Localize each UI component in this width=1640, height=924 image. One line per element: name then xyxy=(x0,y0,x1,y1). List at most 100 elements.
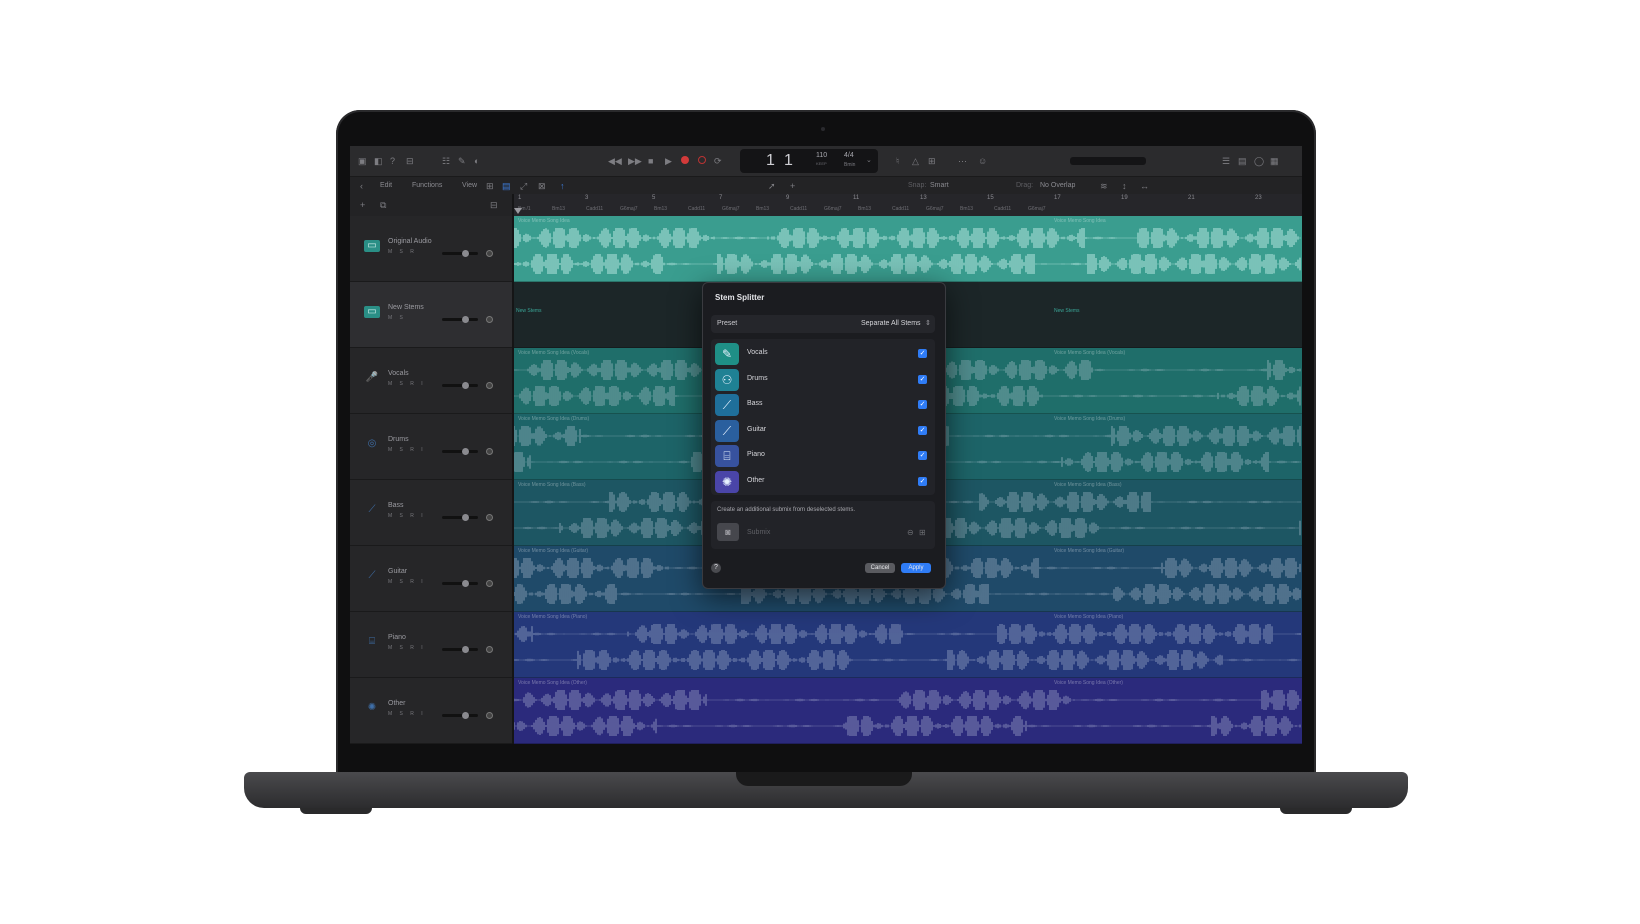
region-label[interactable]: Voice Memo Song Idea (Other) xyxy=(518,680,587,686)
region-label[interactable]: Voice Memo Song Idea (Piano) xyxy=(518,614,587,620)
track-name[interactable]: New Stems xyxy=(388,304,424,311)
stem-checkbox[interactable]: ✓ xyxy=(918,451,927,461)
editors-icon[interactable]: ✎ xyxy=(458,156,466,166)
catch-icon[interactable]: ↑ xyxy=(560,181,565,191)
lcd-display[interactable]: 1 1 110 KEEP 4/4 Bmin ⌄ xyxy=(740,149,878,173)
track-pan-knob[interactable] xyxy=(486,580,493,587)
track-lane-original-audio[interactable]: Voice Memo Song Idea Voice Memo Song Idea xyxy=(514,216,1302,282)
count-in-icon[interactable]: ⊞ xyxy=(928,156,936,166)
track-controls[interactable]: M S R I xyxy=(388,447,426,453)
stem-checkbox[interactable]: ✓ xyxy=(918,349,927,358)
track-volume-slider[interactable] xyxy=(442,516,478,519)
drag-select[interactable]: No Overlap xyxy=(1040,182,1075,189)
submix-delete-icon[interactable]: ⊞ xyxy=(919,528,926,537)
track-volume-slider[interactable] xyxy=(442,648,478,651)
tuner-icon[interactable]: ♮ xyxy=(896,156,899,166)
track-controls[interactable]: M S R I xyxy=(388,711,426,717)
quick-help-icon[interactable]: ? xyxy=(390,156,395,166)
track-name[interactable]: Drums xyxy=(388,436,409,443)
track-controls[interactable]: M S R I xyxy=(388,579,426,585)
metronome-icon[interactable]: △ xyxy=(912,156,919,166)
track-volume-knob[interactable] xyxy=(462,580,469,587)
region-label[interactable]: Voice Memo Song Idea (Bass) xyxy=(1054,482,1122,488)
functions-menu[interactable]: Functions xyxy=(412,182,442,189)
stop-icon[interactable]: ■ xyxy=(648,156,653,166)
stem-checkbox[interactable]: ✓ xyxy=(918,477,927,486)
pointer-tool-icon[interactable]: ➚ xyxy=(768,181,776,191)
region-label[interactable]: Voice Memo Song Idea (Drums) xyxy=(1054,416,1125,422)
track-name[interactable]: Guitar xyxy=(388,568,407,575)
track-volume-knob[interactable] xyxy=(462,712,469,719)
capture-recording-icon[interactable] xyxy=(698,156,706,164)
list-editors-icon[interactable]: ☰ xyxy=(1222,156,1230,166)
region-label[interactable]: Voice Memo Song Idea (Vocals) xyxy=(518,350,589,356)
snap-select[interactable]: Smart xyxy=(930,182,949,189)
library-icon[interactable]: ▣ xyxy=(358,156,367,166)
track-name[interactable]: Vocals xyxy=(388,370,409,377)
region-label[interactable]: Voice Memo Song Idea (Bass) xyxy=(518,482,586,488)
preset-chevron-icon[interactable]: ⇕ xyxy=(925,319,931,327)
track-controls[interactable]: M S R xyxy=(388,249,417,255)
region-label[interactable]: New Stems xyxy=(1054,308,1080,314)
track-header-guitar[interactable]: ⟋ Guitar M S R I xyxy=(350,546,512,612)
apply-button[interactable]: Apply xyxy=(901,563,931,573)
stem-row-bass[interactable]: ⟋ Bass ✓ xyxy=(715,392,931,418)
track-volume-slider[interactable] xyxy=(442,450,478,453)
region-label[interactable]: Voice Memo Song Idea xyxy=(1054,218,1106,224)
secondary-tool-icon[interactable]: + xyxy=(790,181,795,191)
rewind-icon[interactable]: ◀◀ xyxy=(608,156,622,166)
track-pan-knob[interactable] xyxy=(486,712,493,719)
add-track-icon[interactable]: + xyxy=(360,200,365,210)
horizontal-zoom-icon[interactable]: ↔ xyxy=(1140,181,1149,191)
track-name[interactable]: Piano xyxy=(388,634,406,641)
track-volume-slider[interactable] xyxy=(442,384,478,387)
loop-browser-icon[interactable]: ◯ xyxy=(1254,156,1264,166)
help-button[interactable]: ? xyxy=(711,563,721,573)
track-volume-slider[interactable] xyxy=(442,252,478,255)
region-label[interactable]: Voice Memo Song Idea (Guitar) xyxy=(518,548,588,554)
track-pan-knob[interactable] xyxy=(486,646,493,653)
preset-select[interactable]: Separate All Stems xyxy=(861,320,921,327)
cancel-button[interactable]: Cancel xyxy=(865,563,895,573)
track-volume-slider[interactable] xyxy=(442,582,478,585)
track-controls[interactable]: M S R I xyxy=(388,513,426,519)
track-volume-knob[interactable] xyxy=(462,382,469,389)
submix-name-field[interactable]: Submix xyxy=(747,529,770,536)
track-pan-knob[interactable] xyxy=(486,448,493,455)
automation-icon[interactable]: ⤢ xyxy=(520,181,527,191)
notepad-icon[interactable]: ▤ xyxy=(1238,156,1247,166)
region-label[interactable]: Voice Memo Song Idea xyxy=(518,218,570,224)
track-volume-knob[interactable] xyxy=(462,448,469,455)
track-pan-knob[interactable] xyxy=(486,250,493,257)
master-volume-slider[interactable] xyxy=(1070,157,1146,165)
stem-row-piano[interactable]: ⌸ Piano ✓ xyxy=(715,443,931,469)
track-volume-slider[interactable] xyxy=(442,714,478,717)
toolbar-icon[interactable]: ⊟ xyxy=(406,156,414,166)
track-name[interactable]: Bass xyxy=(388,502,404,509)
stem-checkbox[interactable]: ✓ xyxy=(918,374,927,384)
stem-row-other[interactable]: ✺ Other ✓ xyxy=(715,469,931,495)
list-view-icon[interactable]: ▤ xyxy=(502,181,511,191)
browser-icon[interactable]: ▦ xyxy=(1270,156,1279,166)
track-header-bass[interactable]: ⟋ Bass M S R I xyxy=(350,480,512,546)
region-label[interactable]: Voice Memo Song Idea (Guitar) xyxy=(1054,548,1124,554)
lcd-menu-chevron-icon[interactable]: ⌄ xyxy=(866,156,872,166)
track-header-vocals[interactable]: 🎤 Vocals M S R I xyxy=(350,348,512,414)
grid-view-icon[interactable]: ⊞ xyxy=(486,181,494,191)
mixer-icon[interactable]: ☷ xyxy=(442,156,450,166)
track-volume-knob[interactable] xyxy=(462,514,469,521)
track-controls[interactable]: M S R I xyxy=(388,645,426,651)
cycle-icon[interactable]: ⟳ xyxy=(714,156,722,166)
submix-remove-icon[interactable]: ⊖ xyxy=(907,528,914,537)
record-icon[interactable] xyxy=(681,156,689,164)
track-header-original-audio[interactable]: ▭ Original Audio M S R xyxy=(350,216,512,282)
waveform-zoom-icon[interactable]: ≋ xyxy=(1100,181,1108,191)
track-header-drums[interactable]: ◎ Drums M S R I xyxy=(350,414,512,480)
forward-icon[interactable]: ▶▶ xyxy=(628,156,642,166)
region-label[interactable]: Voice Memo Song Idea (Vocals) xyxy=(1054,350,1125,356)
track-name[interactable]: Original Audio xyxy=(388,238,432,245)
region-label[interactable]: Voice Memo Song Idea (Drums) xyxy=(518,416,589,422)
view-menu[interactable]: View xyxy=(462,182,477,189)
track-pan-knob[interactable] xyxy=(486,514,493,521)
track-header-other[interactable]: ✺ Other M S R I xyxy=(350,678,512,744)
